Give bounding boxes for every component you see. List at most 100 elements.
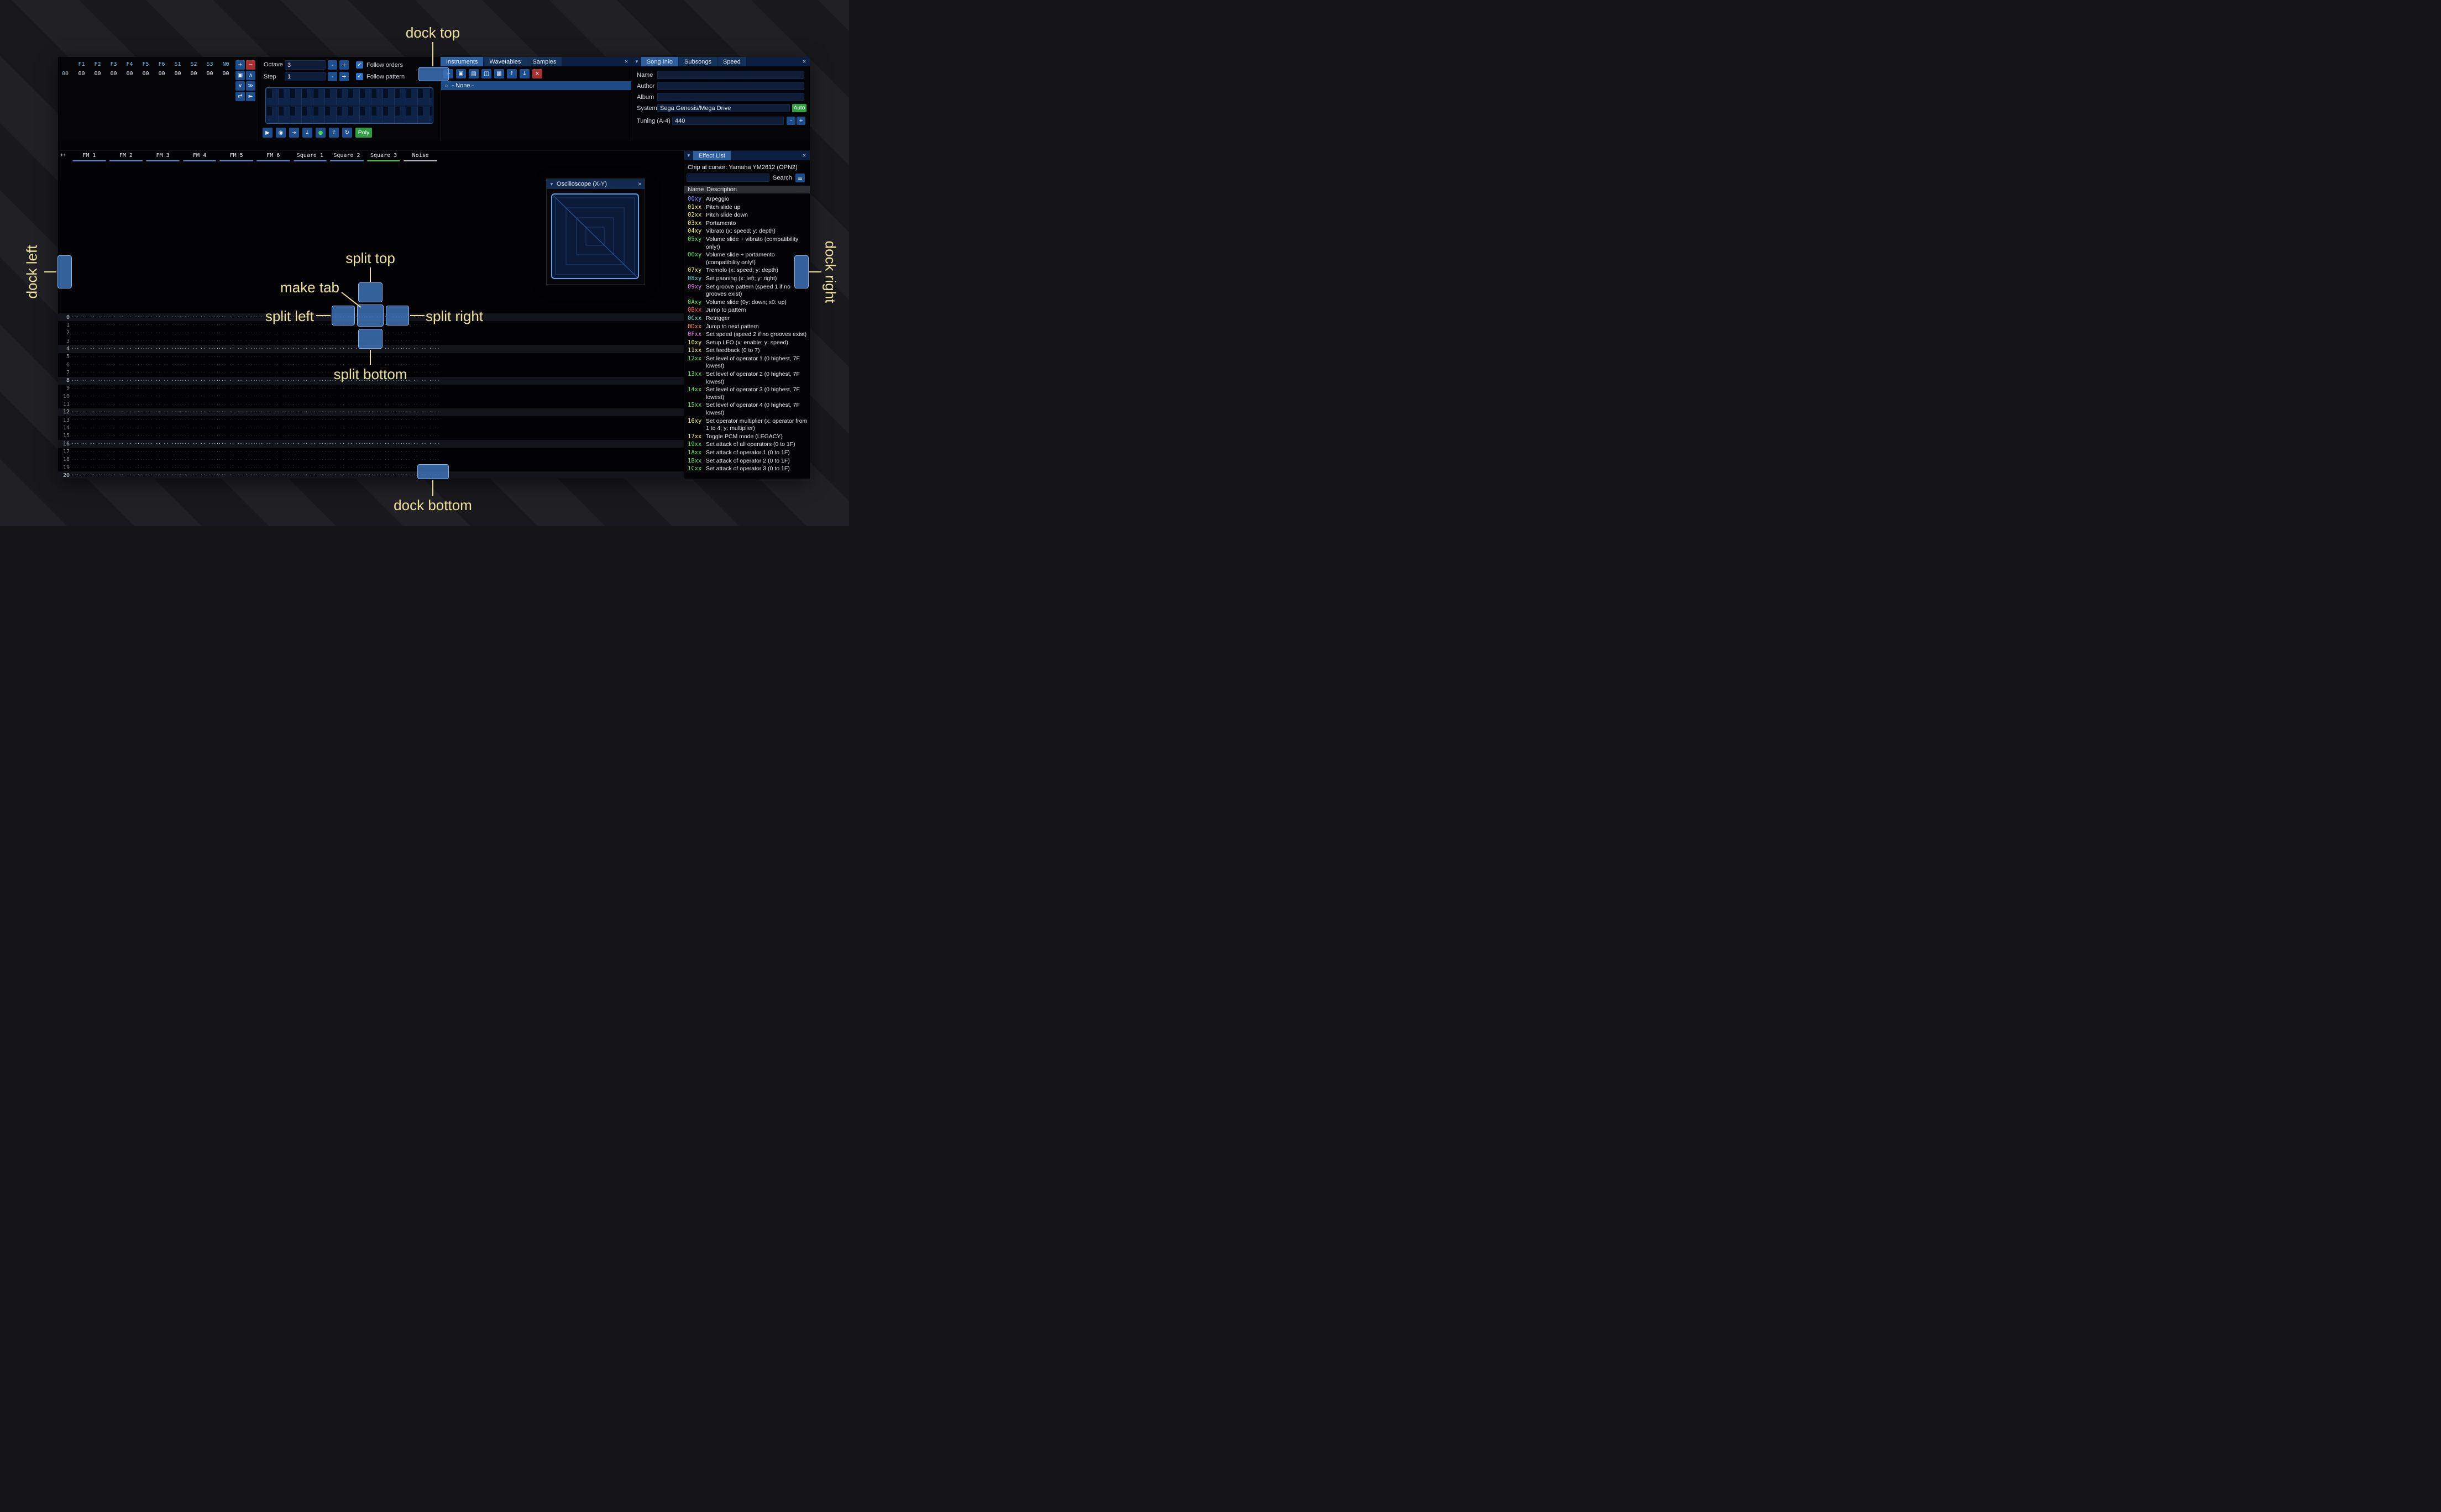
effect-item[interactable]: 1Bxx Set attack of operator 2 (0 to 1F) — [688, 458, 808, 465]
order-cell[interactable]: 00 — [170, 71, 186, 77]
pattern-cell[interactable]: ··· ·· ·· ···· — [366, 449, 403, 454]
collapse-arrow-icon[interactable]: ▼ — [549, 182, 554, 187]
channel-header-fm-1[interactable]: FM 1 — [71, 151, 108, 162]
pattern-cell[interactable]: ··· ·· ·· ···· — [218, 355, 255, 359]
effect-item[interactable]: 0Fxx Set speed (speed 2 if no grooves exi… — [688, 331, 808, 339]
pattern-cell[interactable]: ··· ·· ·· ···· — [108, 426, 145, 431]
pattern-cell[interactable]: ··· ·· ·· ···· — [218, 315, 255, 319]
effect-item[interactable]: 01xx Pitch slide up — [688, 204, 808, 212]
pattern-cell[interactable]: ··· ·· ·· ···· — [218, 339, 255, 343]
pattern-cell[interactable]: ··· ·· ·· ···· — [145, 379, 182, 383]
effect-item[interactable]: 06xy Volume slide + portamento (compatibi… — [688, 251, 808, 266]
pattern-cell[interactable]: ··· ·· ·· ···· — [182, 355, 219, 359]
dock-right-target[interactable] — [794, 255, 809, 288]
orders-change-on-click-button[interactable]: ► — [246, 92, 255, 101]
metronome-button[interactable]: ♪ — [329, 128, 339, 138]
effect-item[interactable]: 14xx Set level of operator 3 (0 highest, … — [688, 386, 808, 401]
piano-keyboard[interactable] — [265, 87, 433, 124]
pattern-cell[interactable]: ··· ·· ·· ···· — [402, 402, 439, 407]
pattern-cell[interactable]: ··· ·· ·· ···· — [292, 370, 329, 375]
pattern-cell[interactable]: ··· ·· ·· ···· — [292, 458, 329, 462]
channel-header-square-2[interactable]: Square 2 — [328, 151, 365, 162]
pattern-cell[interactable]: ··· ·· ·· ···· — [329, 410, 366, 414]
pattern-cell[interactable]: ··· ·· ·· ···· — [292, 331, 329, 335]
effect-item[interactable]: 05xy Volume slide + vibrato (compatibilit… — [688, 236, 808, 251]
pattern-cell[interactable]: ··· ·· ·· ···· — [108, 465, 145, 470]
pattern-cell[interactable]: ··· ·· ·· ···· — [145, 465, 182, 470]
pattern-cell[interactable]: ··· ·· ·· ···· — [182, 426, 219, 431]
pattern-cell[interactable]: ··· ·· ·· ···· — [145, 355, 182, 359]
pattern-cell[interactable]: ··· ·· ·· ···· — [329, 402, 366, 407]
pattern-cell[interactable]: ··· ·· ·· ···· — [145, 426, 182, 431]
edit-record-button[interactable]: ● — [316, 128, 326, 138]
pattern-cell[interactable]: ··· ·· ·· ···· — [108, 370, 145, 375]
piano-row-upper[interactable] — [267, 89, 432, 105]
pattern-cell[interactable]: ··· ·· ·· ···· — [108, 473, 145, 477]
pattern-cell[interactable]: ··· ·· ·· ···· — [218, 347, 255, 351]
pattern-cell[interactable]: ··· ·· ·· ···· — [402, 394, 439, 398]
pattern-cell[interactable]: ··· ·· ·· ···· — [182, 442, 219, 446]
collapse-arrow-icon[interactable]: ▼ — [684, 151, 693, 160]
pattern-cell[interactable]: ··· ·· ·· ···· — [402, 442, 439, 446]
pattern-cell[interactable]: ··· ·· ·· ···· — [145, 458, 182, 462]
effect-item[interactable]: 1Axx Set attack of operator 1 (0 to 1F) — [688, 449, 808, 457]
pattern-cell[interactable]: ··· ·· ·· ···· — [108, 394, 145, 398]
tab-samples[interactable]: Samples — [527, 57, 562, 66]
close-icon[interactable]: × — [622, 57, 630, 65]
pattern-cell[interactable]: ··· ·· ·· ···· — [329, 473, 366, 477]
dock-top-target[interactable] — [418, 67, 449, 81]
pattern-cell[interactable]: ··· ·· ·· ···· — [218, 363, 255, 367]
effect-item[interactable]: 07xy Tremolo (x: speed; y: depth) — [688, 267, 808, 275]
dock-bottom-target[interactable] — [417, 464, 449, 479]
pattern-cell[interactable]: ··· ·· ·· ···· — [292, 355, 329, 359]
orders-value-row[interactable]: 00 00 00 00 00 00 00 00 00 00 00 — [58, 71, 234, 77]
pattern-cell[interactable]: ··· ·· ·· ···· — [402, 386, 439, 391]
tab-subsongs[interactable]: Subsongs — [679, 57, 717, 66]
pattern-cell[interactable]: ··· ·· ·· ···· — [255, 410, 292, 414]
order-cell[interactable]: 00 — [218, 71, 234, 77]
assets-duplicate-button[interactable]: ▣ — [456, 69, 466, 78]
order-cell[interactable]: 00 — [186, 71, 202, 77]
pattern-cell[interactable]: ··· ·· ·· ···· — [71, 449, 108, 454]
album-input[interactable] — [657, 93, 804, 101]
effect-item[interactable]: 02xx Pitch slide down — [688, 212, 808, 219]
pattern-cell[interactable]: ··· ·· ·· ···· — [255, 370, 292, 375]
order-cell[interactable]: 00 — [154, 71, 170, 77]
pattern-cell[interactable]: ··· ·· ·· ···· — [292, 363, 329, 367]
channel-header-fm-5[interactable]: FM 5 — [218, 151, 255, 162]
close-icon[interactable]: × — [638, 180, 642, 188]
effect-item[interactable]: 17xx Toggle PCM mode (LEGACY) — [688, 433, 808, 441]
effect-item[interactable]: 09xy Set groove pattern (speed 1 if no gr… — [688, 284, 808, 298]
pattern-cell[interactable]: ··· ·· ·· ···· — [255, 465, 292, 470]
pattern-cell[interactable]: ··· ·· ·· ···· — [108, 410, 145, 414]
pattern-cell[interactable]: ··· ·· ·· ···· — [255, 442, 292, 446]
pattern-cell[interactable]: ··· ·· ·· ···· — [71, 473, 108, 477]
author-input[interactable] — [657, 82, 804, 90]
pattern-cell[interactable]: ··· ·· ·· ···· — [108, 386, 145, 391]
order-cell[interactable]: 00 — [122, 71, 138, 77]
system-select[interactable]: Sega Genesis/Mega Drive — [657, 104, 790, 112]
pattern-cell[interactable]: ··· ·· ·· ···· — [145, 386, 182, 391]
pattern-cell[interactable]: ··· ·· ·· ···· — [108, 379, 145, 383]
pattern-cell[interactable]: ··· ·· ·· ···· — [218, 323, 255, 327]
pattern-cell[interactable]: ··· ·· ·· ···· — [71, 323, 108, 327]
pattern-cell[interactable]: ··· ·· ·· ···· — [182, 339, 219, 343]
pattern-cell[interactable]: ··· ·· ·· ···· — [218, 370, 255, 375]
pattern-cell[interactable]: ··· ·· ·· ···· — [255, 434, 292, 438]
pattern-cell[interactable]: ··· ·· ·· ···· — [218, 458, 255, 462]
pattern-cell[interactable]: ··· ·· ·· ···· — [71, 434, 108, 438]
pattern-cell[interactable]: ··· ·· ·· ···· — [182, 379, 219, 383]
pattern-cell[interactable]: ··· ·· ·· ···· — [402, 363, 439, 367]
pattern-cell[interactable]: ··· ·· ·· ···· — [108, 434, 145, 438]
pattern-cell[interactable]: ··· ·· ·· ···· — [366, 434, 403, 438]
pattern-cell[interactable]: ··· ·· ·· ···· — [329, 418, 366, 422]
effect-item[interactable]: 11xx Set feedback (0 to 7) — [688, 347, 808, 355]
assets-toggle-folders-button[interactable]: ▦ — [494, 69, 504, 78]
pattern-cell[interactable]: ··· ·· ·· ···· — [145, 449, 182, 454]
pattern-cell[interactable]: ··· ·· ·· ···· — [366, 442, 403, 446]
pattern-cell[interactable]: ··· ·· ·· ···· — [402, 418, 439, 422]
orders-remove-button[interactable]: − — [246, 60, 255, 70]
effect-item[interactable]: 0Axy Volume slide (0y: down; x0: up) — [688, 299, 808, 307]
pattern-cell[interactable]: ··· ·· ·· ···· — [108, 449, 145, 454]
pattern-cell[interactable]: ··· ·· ·· ···· — [292, 465, 329, 470]
